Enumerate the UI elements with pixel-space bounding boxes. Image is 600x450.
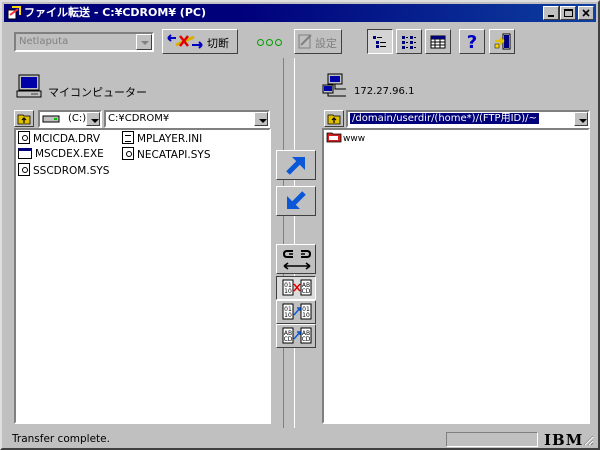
title-bar[interactable]: ファイル転送 - C:¥CDROM¥ (PC)	[4, 4, 596, 22]
chevron-down-icon[interactable]	[136, 34, 152, 50]
list-view-icon	[373, 36, 386, 48]
list-item[interactable]: MSCDEX.EXE	[18, 147, 104, 161]
folder-icon	[326, 132, 342, 143]
text-file-icon	[122, 131, 134, 144]
list-item[interactable]: NECATAPI.SYS	[122, 147, 210, 162]
svg-text:?: ?	[467, 32, 477, 52]
window-title: ファイル転送 - C:¥CDROM¥ (PC)	[24, 6, 206, 19]
remote-path-value: /domain/userdir/(home*)/(FTP用ID)/~	[350, 113, 539, 124]
settings-button[interactable]: 設定	[294, 29, 342, 54]
minimize-button[interactable]	[543, 6, 559, 20]
drive-value: (C:)	[68, 113, 87, 124]
remote-up-folder-button[interactable]	[324, 110, 344, 127]
list-item[interactable]: MCICDA.DRV	[18, 131, 100, 146]
upload-button[interactable]	[276, 150, 316, 180]
file-transfer-app-icon	[7, 6, 21, 20]
file-transfer-window: ファイル転送 - C:¥CDROM¥ (PC) Netlaputa 切断 設定 …	[0, 0, 600, 450]
sync-link-icon	[282, 250, 312, 270]
svg-text:10: 10	[284, 288, 292, 295]
svg-text:CD: CD	[284, 336, 293, 343]
exit-door-icon	[494, 33, 511, 50]
sync-mode-button[interactable]	[276, 244, 316, 274]
list-item[interactable]: MPLAYER.INI	[122, 131, 202, 146]
exe-file-icon	[18, 148, 32, 159]
gear-file-icon	[18, 131, 30, 144]
list-item[interactable]: SSCDROM.SYS	[18, 163, 109, 178]
list-item[interactable]: www	[326, 131, 365, 146]
maximize-button[interactable]	[560, 6, 576, 20]
transfer-mode-auto-button[interactable]: 01 10 AB CD	[276, 276, 316, 300]
disconnect-icon	[167, 34, 203, 49]
toolbar: Netlaputa 切断 設定 ?	[4, 24, 596, 58]
ibm-logo: IBM	[544, 431, 584, 449]
svg-text:10: 10	[284, 312, 292, 319]
gear-file-icon	[122, 147, 134, 160]
local-path-value: C:¥CDROM¥	[108, 113, 170, 124]
arrow-down-left-icon	[287, 191, 306, 209]
network-host-icon	[322, 73, 346, 97]
disconnect-label: 切断	[207, 37, 229, 50]
panel-divider[interactable]	[283, 58, 295, 428]
drive-select[interactable]: (C:)	[38, 110, 102, 128]
remote-file-list[interactable]: www	[322, 128, 590, 424]
connection-status-icon	[257, 39, 283, 47]
connection-value: Netlaputa	[19, 36, 69, 47]
local-path-chevron-down-icon[interactable]	[254, 112, 268, 126]
remote-path-chevron-down-icon[interactable]	[574, 112, 588, 126]
exit-button[interactable]	[489, 29, 515, 54]
ascii-mode-icon: AB CD AB CD	[282, 327, 312, 344]
up-folder-icon	[327, 114, 341, 125]
help-button[interactable]: ?	[459, 29, 485, 54]
local-file-list[interactable]: MCICDA.DRV MPLAYER.INI MSCDEX.EXE NECATA…	[14, 128, 271, 424]
local-path-select[interactable]: C:¥CDROM¥	[104, 110, 270, 128]
progress-indicator	[446, 432, 538, 447]
download-button[interactable]	[276, 186, 316, 216]
svg-text:CD: CD	[302, 288, 311, 295]
view-small-icons-button[interactable]	[396, 29, 422, 54]
view-details-button[interactable]	[425, 29, 451, 54]
binary-mode-icon: 01 10 01 10	[282, 303, 312, 320]
local-panel-label: マイコンピューター	[48, 86, 147, 99]
remote-path-select[interactable]: /domain/userdir/(home*)/(FTP用ID)/~	[346, 110, 590, 128]
settings-label: 設定	[315, 37, 337, 50]
resize-grip-icon[interactable]	[582, 434, 594, 446]
drive-chevron-down-icon[interactable]	[86, 112, 100, 126]
help-icon: ?	[467, 32, 477, 52]
small-icons-view-icon	[402, 36, 416, 49]
status-bar: Transfer complete. IBM	[4, 430, 596, 449]
up-folder-icon	[17, 114, 31, 125]
my-computer-icon	[16, 74, 42, 98]
svg-text:CD: CD	[302, 336, 311, 343]
disconnect-button[interactable]: 切断	[162, 29, 238, 54]
hard-drive-icon	[42, 115, 60, 123]
settings-icon	[298, 34, 312, 49]
close-button[interactable]	[578, 6, 594, 20]
local-up-folder-button[interactable]	[14, 110, 34, 127]
view-list-button[interactable]	[367, 29, 393, 54]
remote-host-label: 172.27.96.1	[354, 86, 415, 97]
svg-text:10: 10	[302, 312, 310, 319]
transfer-mode-binary-button[interactable]: 01 10 01 10	[276, 300, 316, 324]
auto-mode-icon: 01 10 AB CD	[282, 279, 312, 296]
arrow-up-right-icon	[286, 157, 305, 175]
close-icon	[582, 9, 590, 17]
connection-select[interactable]: Netlaputa	[14, 32, 154, 52]
transfer-mode-ascii-button[interactable]: AB CD AB CD	[276, 324, 316, 348]
gear-file-icon	[18, 163, 30, 176]
details-view-icon	[430, 35, 446, 49]
status-text: Transfer complete.	[12, 433, 110, 445]
